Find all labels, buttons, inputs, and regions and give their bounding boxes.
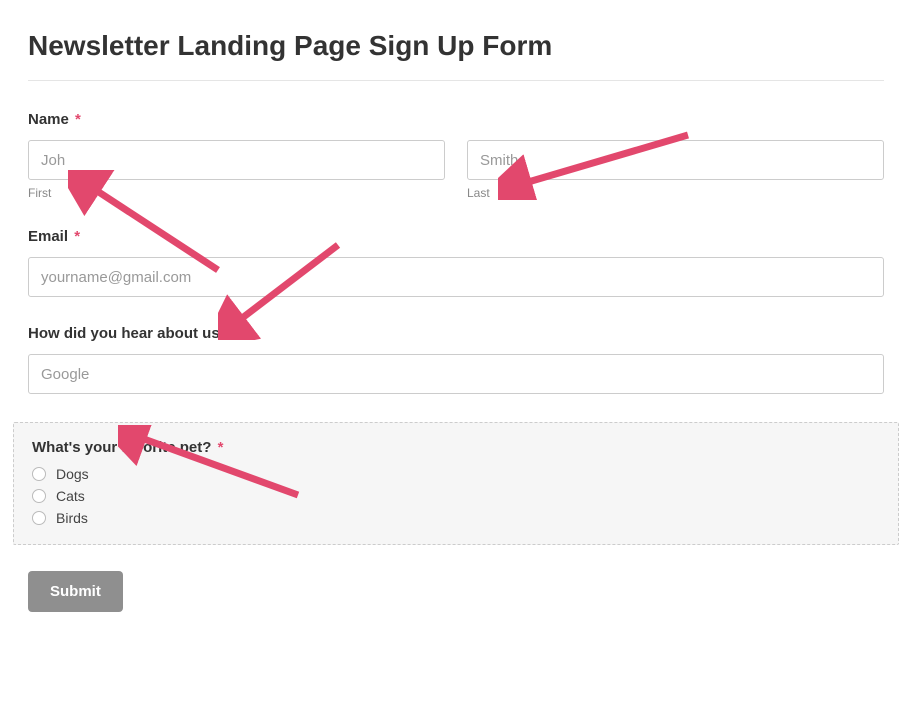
pet-option-label: Birds <box>56 510 88 526</box>
page-title: Newsletter Landing Page Sign Up Form <box>28 30 884 62</box>
pet-option-label: Cats <box>56 488 85 504</box>
email-input[interactable] <box>28 257 884 297</box>
hear-input[interactable] <box>28 354 884 394</box>
pet-option-cats[interactable]: Cats <box>32 488 880 504</box>
required-mark: * <box>75 111 81 128</box>
radio-icon <box>32 489 46 503</box>
divider <box>28 80 884 81</box>
pet-options: Dogs Cats Birds <box>32 466 880 526</box>
hear-label-text: How did you hear about us? <box>28 325 229 342</box>
name-label-text: Name <box>28 111 69 128</box>
last-name-col: Last <box>467 140 884 200</box>
last-name-input[interactable] <box>467 140 884 180</box>
email-label-text: Email <box>28 228 68 245</box>
name-group: Name * First Last <box>28 111 884 200</box>
email-label: Email * <box>28 228 884 245</box>
pet-label-text: What's your favorite pet? <box>32 439 211 456</box>
first-name-input[interactable] <box>28 140 445 180</box>
radio-icon <box>32 467 46 481</box>
pet-option-birds[interactable]: Birds <box>32 510 880 526</box>
pet-option-dogs[interactable]: Dogs <box>32 466 880 482</box>
email-group: Email * <box>28 228 884 297</box>
name-row: First Last <box>28 140 884 200</box>
radio-icon <box>32 511 46 525</box>
name-label: Name * <box>28 111 884 128</box>
pet-panel: What's your favorite pet? * Dogs Cats Bi… <box>13 422 899 545</box>
pet-label: What's your favorite pet? * <box>32 439 880 456</box>
required-mark: * <box>218 439 224 456</box>
submit-button[interactable]: Submit <box>28 571 123 612</box>
hear-label: How did you hear about us? * <box>28 325 884 342</box>
first-name-col: First <box>28 140 445 200</box>
pet-option-label: Dogs <box>56 466 89 482</box>
form-container: Newsletter Landing Page Sign Up Form Nam… <box>28 30 884 612</box>
required-mark: * <box>74 228 80 245</box>
first-name-sublabel: First <box>28 186 445 200</box>
hear-group: How did you hear about us? * <box>28 325 884 394</box>
required-mark: * <box>235 325 241 342</box>
last-name-sublabel: Last <box>467 186 884 200</box>
